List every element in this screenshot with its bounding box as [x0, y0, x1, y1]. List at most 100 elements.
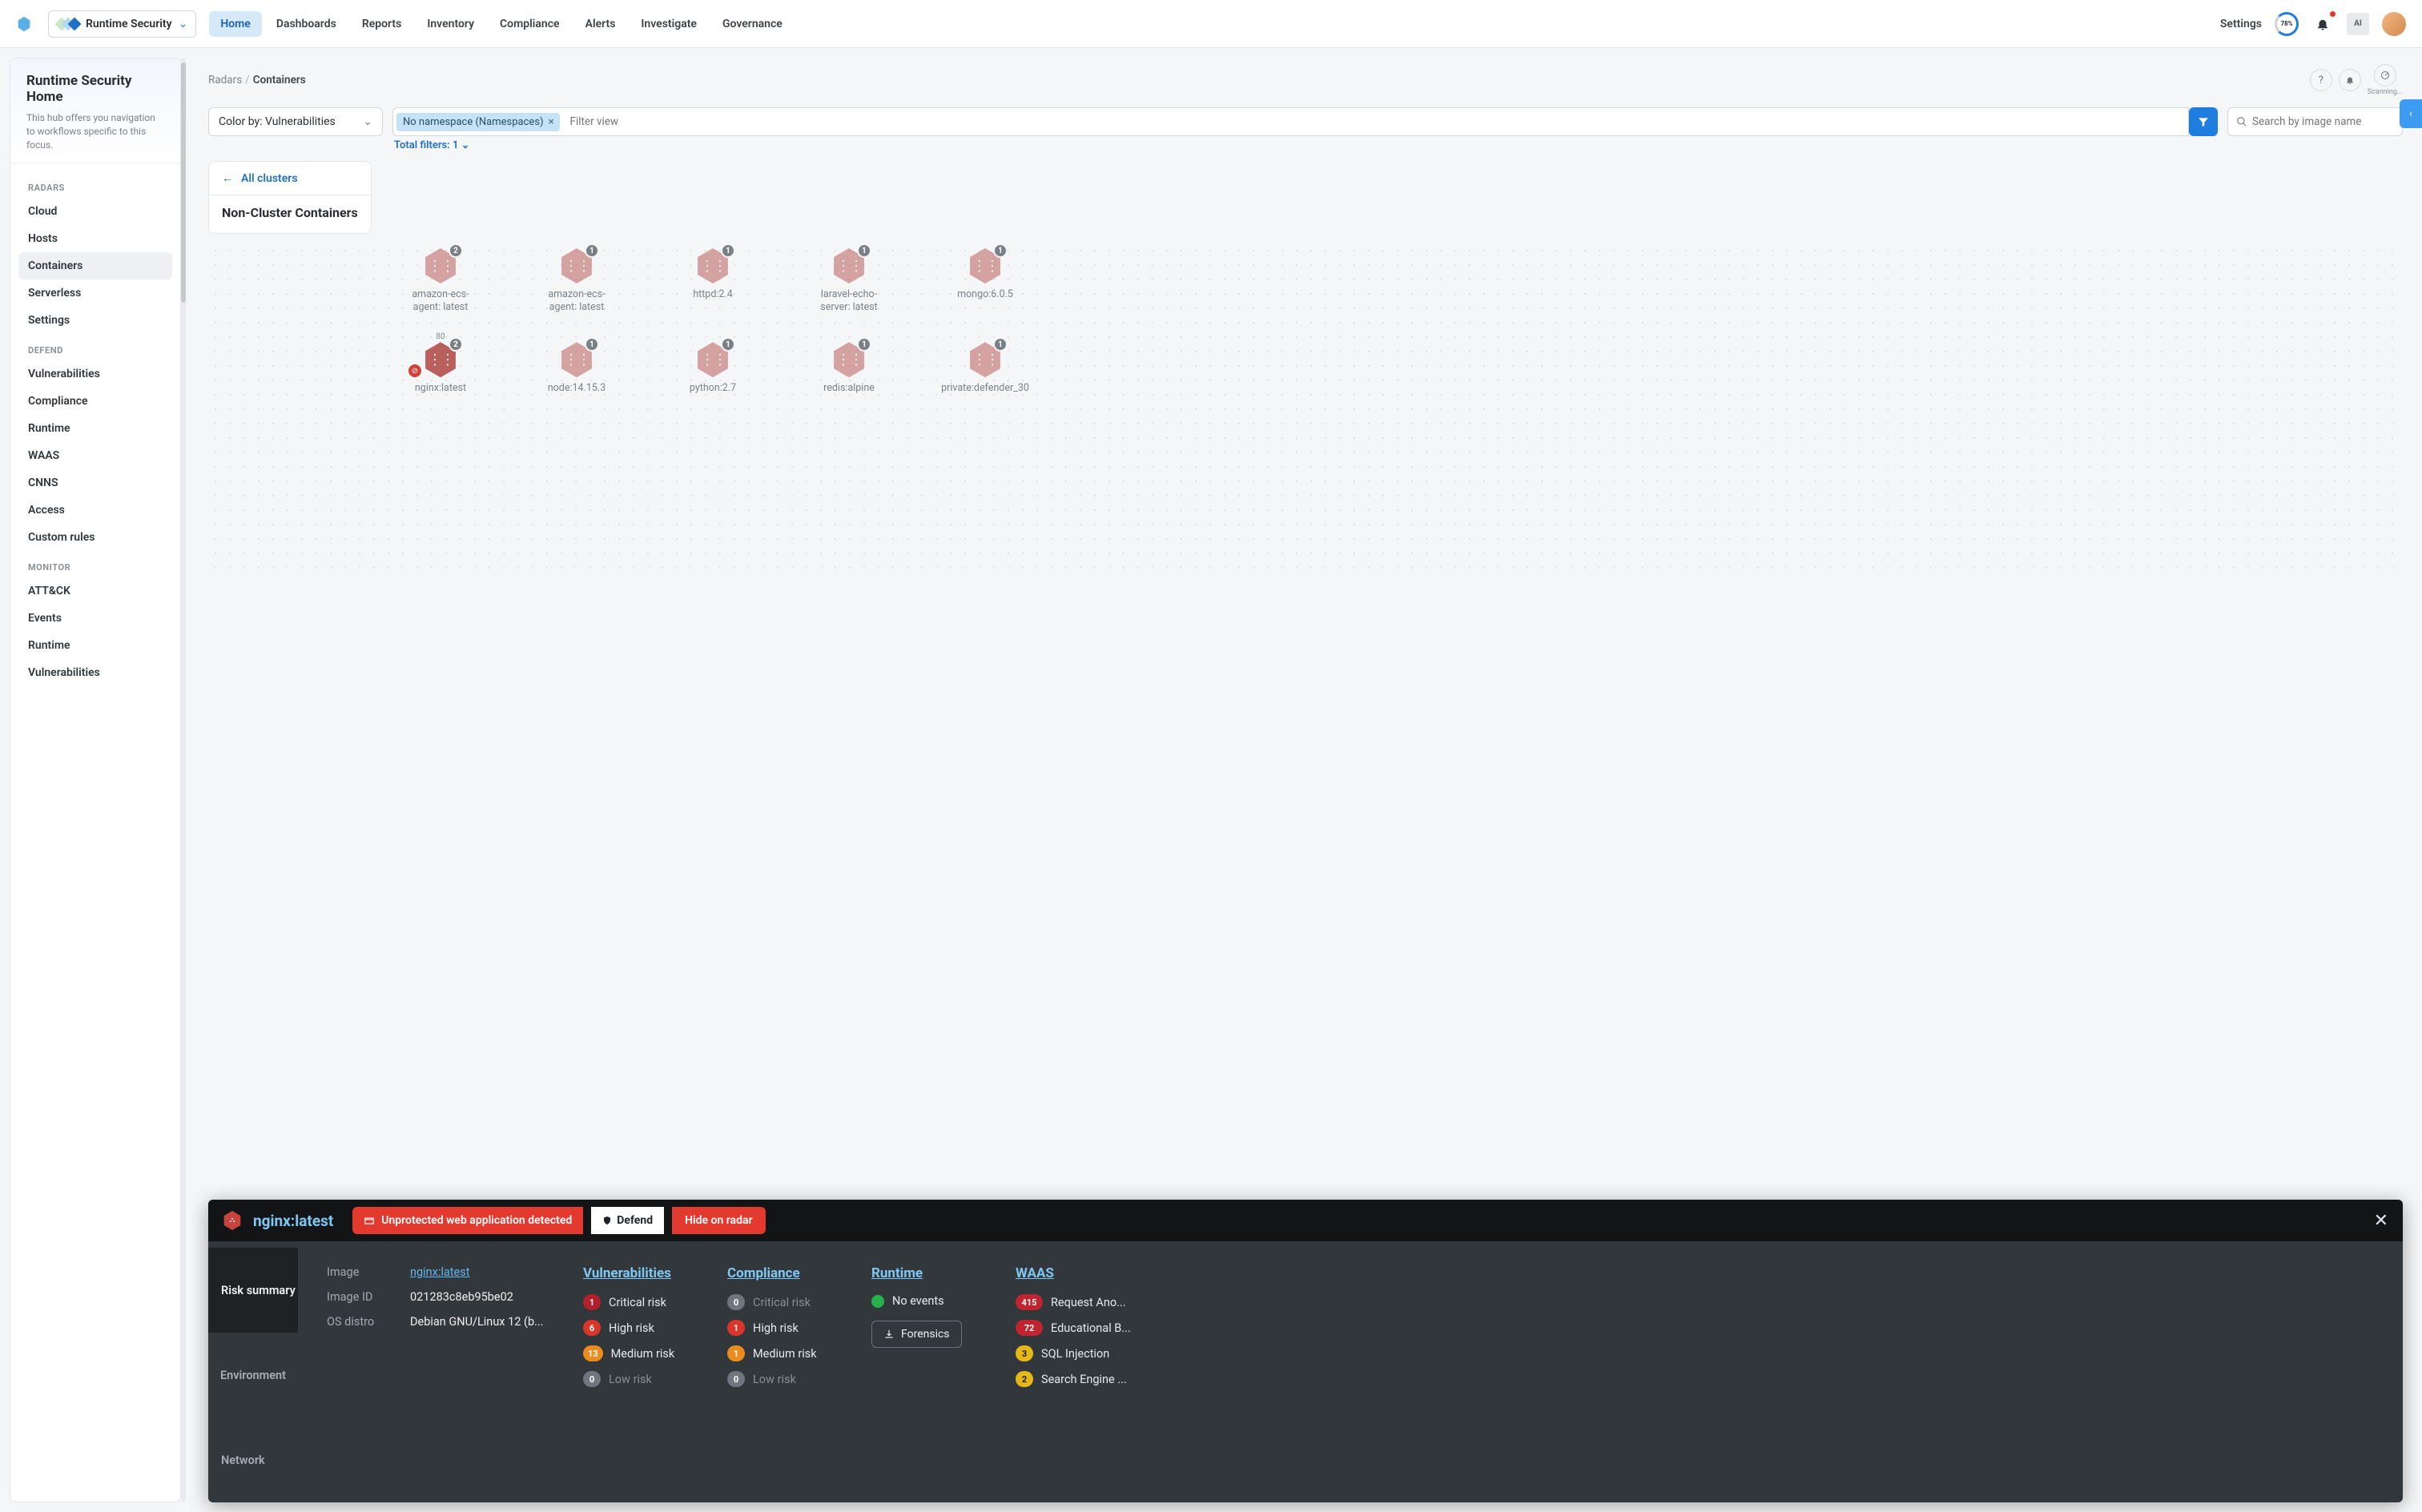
- ai-assist-icon[interactable]: AI: [2347, 13, 2369, 35]
- sidebar-item-access[interactable]: Access: [18, 497, 172, 524]
- risk-label: Critical risk: [753, 1296, 811, 1309]
- breadcrumb-current: Containers: [253, 74, 306, 86]
- user-avatar[interactable]: [2382, 12, 2406, 36]
- filter-view-input[interactable]: [565, 115, 2185, 128]
- filter-view-box[interactable]: No namespace (Namespaces) ×: [392, 107, 2189, 136]
- sidebar-item-cnns[interactable]: CNNS: [18, 469, 172, 497]
- sidebar-item-vuln-mon[interactable]: Vulnerabilities: [18, 659, 172, 686]
- sidebar-item-attack[interactable]: ATT&CK: [18, 577, 172, 605]
- meta-value: 021283c8eb95be02: [410, 1290, 513, 1304]
- radar-node[interactable]: 2⋮⋮amazon-ecs-agent: latest: [400, 248, 481, 313]
- count-badge: 2: [1016, 1371, 1033, 1387]
- nav-dashboards[interactable]: Dashboards: [265, 11, 348, 37]
- help-icon[interactable]: ?: [2310, 69, 2332, 91]
- tab-risk-summary[interactable]: Risk summary: [208, 1248, 298, 1333]
- radar-node[interactable]: 1⋮⋮mongo:6.0.5: [945, 248, 1025, 313]
- cluster-title: Non-Cluster Containers: [209, 195, 371, 233]
- meta-key: Image ID: [327, 1290, 394, 1304]
- radar-canvas[interactable]: 2⋮⋮amazon-ecs-agent: latest 1⋮⋮amazon-ecs…: [208, 243, 2403, 580]
- alert-pill: Unprotected web application detected Def…: [352, 1207, 765, 1234]
- tab-environment[interactable]: Environment: [208, 1333, 298, 1418]
- sidebar-item-runtime[interactable]: Runtime: [18, 415, 172, 442]
- sidebar-item-runtime-mon[interactable]: Runtime: [18, 632, 172, 659]
- node-label: node:14.15.3: [548, 382, 606, 395]
- count-badge: 3: [1016, 1345, 1033, 1361]
- vulnerabilities-title[interactable]: Vulnerabilities: [583, 1265, 671, 1281]
- node-count-badge: 1: [857, 243, 871, 258]
- scan-icon[interactable]: [2374, 64, 2396, 86]
- waas-title[interactable]: WAAS: [1016, 1265, 1054, 1281]
- radar-node[interactable]: 802⋮⋮⊘nginx:latest: [400, 342, 481, 395]
- count-badge: 1: [727, 1320, 745, 1336]
- node-label: httpd:2.4: [693, 288, 733, 301]
- nav-alerts[interactable]: Alerts: [574, 11, 627, 37]
- tab-network[interactable]: Network: [208, 1418, 298, 1502]
- radar-node[interactable]: 1⋮⋮private:defender_30: [945, 342, 1025, 395]
- runtime-title[interactable]: Runtime: [871, 1265, 923, 1281]
- collapse-panel-button[interactable]: ‹: [2400, 99, 2422, 128]
- close-icon[interactable]: ✕: [2374, 1211, 2388, 1231]
- meta-value: Debian GNU/Linux 12 (b...: [410, 1315, 544, 1329]
- compliance-title[interactable]: Compliance: [727, 1265, 800, 1281]
- radar-node[interactable]: 1⋮⋮python:2.7: [673, 342, 753, 395]
- breadcrumb-sep: /: [245, 74, 250, 86]
- count-badge: 6: [583, 1320, 601, 1336]
- sidebar-item-vulnerabilities[interactable]: Vulnerabilities: [18, 360, 172, 388]
- total-filters-link[interactable]: Total filters: 1 ⌄: [392, 139, 2218, 151]
- nav-compliance[interactable]: Compliance: [489, 11, 571, 37]
- sidebar-scrollbar[interactable]: [181, 58, 186, 1502]
- count-badge: 1: [583, 1294, 601, 1310]
- search-input[interactable]: [2252, 115, 2394, 128]
- apply-filter-button[interactable]: [2189, 107, 2218, 136]
- sidebar-item-compliance[interactable]: Compliance: [18, 388, 172, 415]
- search-by-image[interactable]: [2227, 107, 2403, 136]
- forensics-button[interactable]: Forensics: [871, 1321, 962, 1348]
- radar-node[interactable]: 1⋮⋮redis:alpine: [809, 342, 889, 395]
- node-label: mongo:6.0.5: [957, 288, 1013, 301]
- nav-inventory[interactable]: Inventory: [416, 11, 485, 37]
- sidebar-item-custom-rules[interactable]: Custom rules: [18, 524, 172, 551]
- coverage-gauge[interactable]: 78%: [2275, 12, 2299, 36]
- filter-row: Color by: Vulnerabilities ⌄ No namespace…: [208, 107, 2403, 151]
- nav-governance[interactable]: Governance: [711, 11, 794, 37]
- defend-button[interactable]: Defend: [591, 1207, 664, 1234]
- node-label: laravel-echo-server: latest: [809, 288, 889, 313]
- radar-node[interactable]: 1⋮⋮laravel-echo-server: latest: [809, 248, 889, 313]
- nav-reports[interactable]: Reports: [351, 11, 413, 37]
- chevron-down-icon: ⌄: [363, 115, 372, 128]
- back-to-clusters[interactable]: ← All clusters: [209, 162, 371, 195]
- nav-investigate[interactable]: Investigate: [630, 11, 708, 37]
- node-label: nginx:latest: [415, 382, 466, 395]
- sidebar-scroll[interactable]: RADARS Cloud Hosts Containers Serverless…: [10, 163, 180, 1502]
- focus-selector[interactable]: Runtime Security ⌄: [48, 10, 196, 38]
- sidebar-item-serverless[interactable]: Serverless: [18, 279, 172, 307]
- nav-home[interactable]: Home: [209, 11, 262, 37]
- detail-tabs: Risk summary Environment Network: [208, 1248, 298, 1502]
- notifications-icon[interactable]: [2339, 69, 2361, 91]
- remove-chip-icon[interactable]: ×: [549, 116, 554, 128]
- breadcrumb-parent[interactable]: Radars: [208, 74, 242, 86]
- risk-row: 72Educational B...: [1016, 1320, 1136, 1336]
- main-area: Radars / Containers ? Scanning... Color …: [189, 48, 2422, 1512]
- sidebar-item-events[interactable]: Events: [18, 605, 172, 632]
- sidebar-item-waas[interactable]: WAAS: [18, 442, 172, 469]
- node-count-badge: 1: [993, 337, 1008, 352]
- radar-node[interactable]: 1⋮⋮amazon-ecs-agent: latest: [537, 248, 617, 313]
- radar-node[interactable]: 1⋮⋮node:14.15.3: [537, 342, 617, 395]
- color-by-select[interactable]: Color by: Vulnerabilities ⌄: [208, 107, 383, 136]
- meta-value[interactable]: nginx:latest: [410, 1265, 469, 1279]
- hide-on-radar-button[interactable]: Hide on radar: [672, 1207, 765, 1234]
- sidebar-item-settings[interactable]: Settings: [18, 307, 172, 334]
- sidebar-item-containers[interactable]: Containers: [18, 252, 172, 279]
- settings-link[interactable]: Settings: [2220, 18, 2262, 30]
- sidebar-item-hosts[interactable]: Hosts: [18, 225, 172, 252]
- detail-title: nginx:latest: [253, 1212, 333, 1230]
- bell-icon[interactable]: [2311, 13, 2334, 35]
- radar-node[interactable]: 1⋮⋮httpd:2.4: [673, 248, 753, 313]
- filter-chip-namespace[interactable]: No namespace (Namespaces) ×: [396, 113, 560, 131]
- node-count-badge: 1: [721, 337, 735, 352]
- meta-row: Image ID 021283c8eb95be02: [327, 1290, 559, 1304]
- sidebar-item-cloud[interactable]: Cloud: [18, 198, 172, 225]
- risk-label: Search Engine ...: [1041, 1373, 1127, 1386]
- risk-row: 415Request Ano...: [1016, 1294, 1136, 1310]
